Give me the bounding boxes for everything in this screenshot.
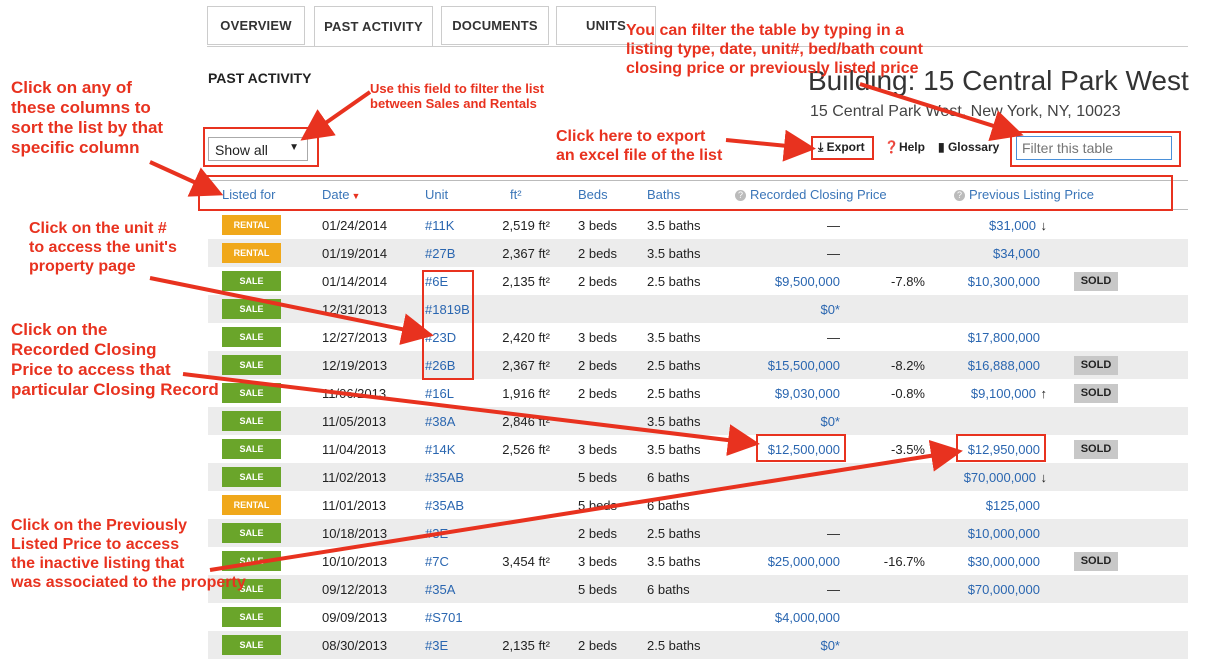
closing-annotation: Click on the Recorded Closing Price to a… bbox=[11, 320, 219, 400]
filter-annotation: You can filter the table by typing in a … bbox=[626, 22, 923, 77]
export-annotation: Click here to export an excel file of th… bbox=[556, 128, 723, 164]
unit-annotation: Click on the unit # to access the unit's… bbox=[29, 220, 177, 275]
previous-annotation: Click on the Previously Listed Price to … bbox=[11, 517, 246, 591]
sort-annotation: Click on any of these columns to sort th… bbox=[11, 78, 164, 158]
select-annotation: Use this field to filter the list betwee… bbox=[370, 81, 545, 112]
